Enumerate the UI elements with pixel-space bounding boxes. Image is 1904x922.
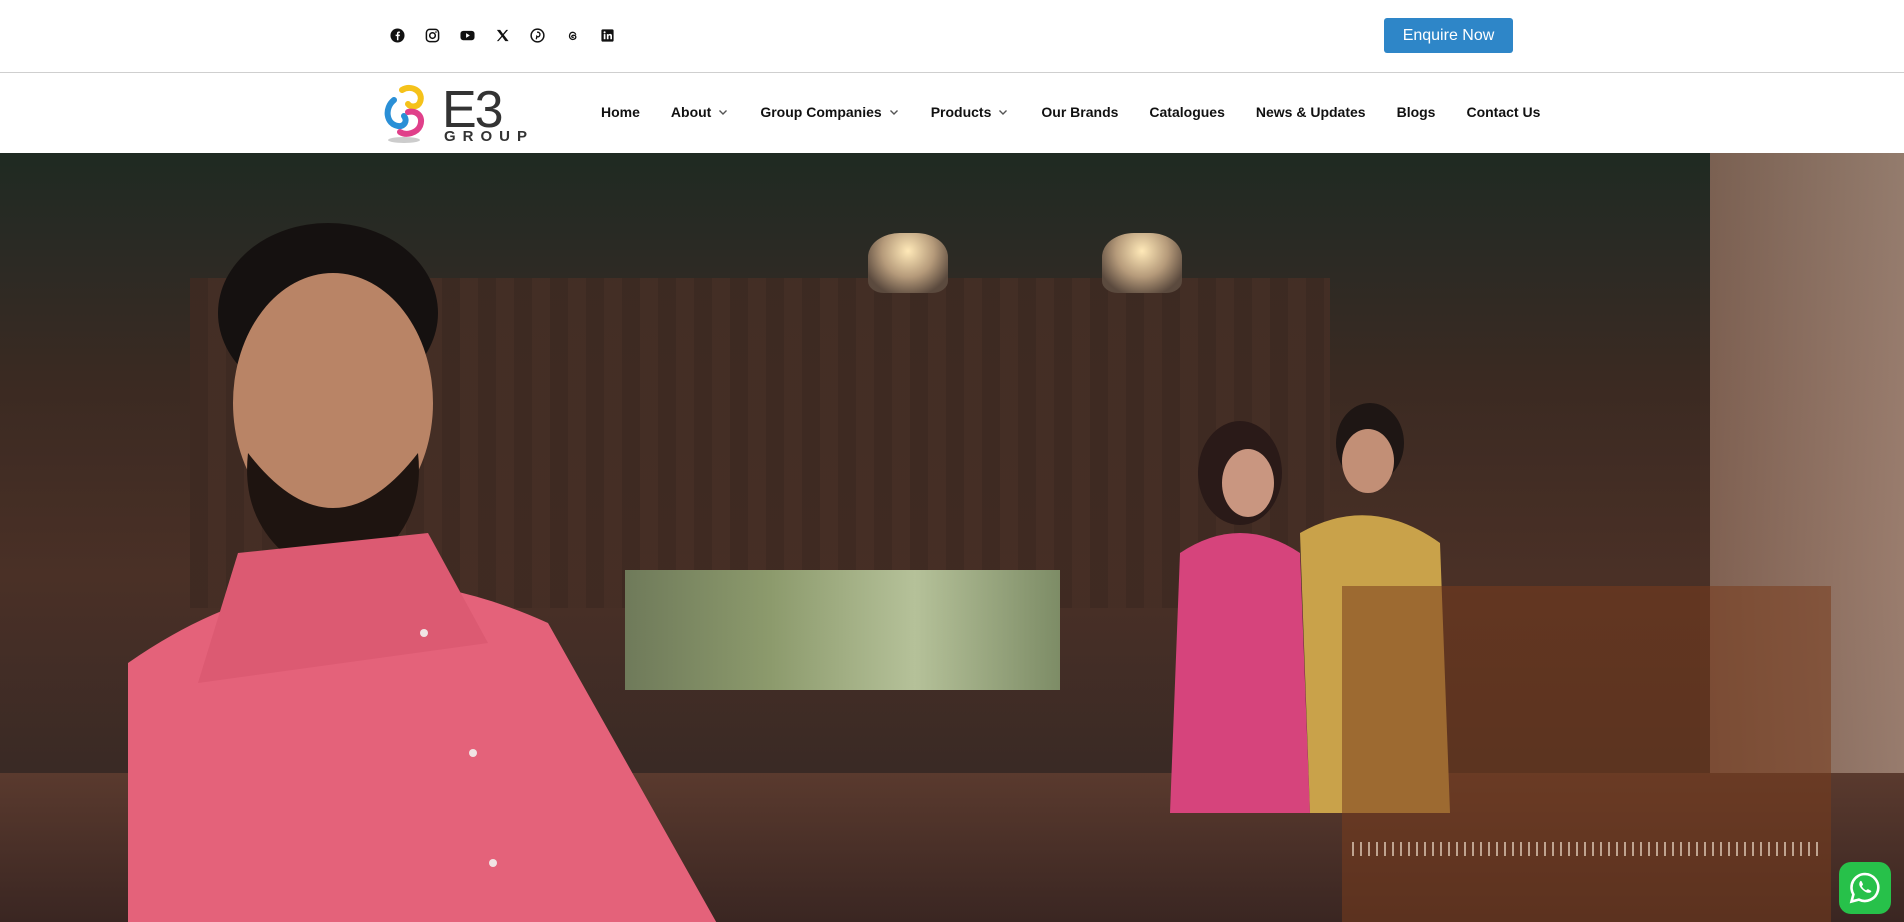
nav-item-contact-us[interactable]: Contact Us [1466, 104, 1540, 120]
whatsapp-chat-button[interactable] [1839, 862, 1891, 914]
pinterest-icon[interactable] [528, 26, 546, 44]
facebook-icon[interactable] [388, 26, 406, 44]
threads-icon[interactable] [563, 26, 581, 44]
youtube-icon[interactable] [458, 26, 476, 44]
social-links [388, 26, 616, 44]
hero-overlay-panel [1342, 586, 1831, 922]
main-navbar: E3 GROUP Home About Group Companies Prod… [0, 74, 1904, 153]
nav-item-home[interactable]: Home [601, 104, 640, 120]
pendant-lamp [868, 233, 948, 293]
top-bar: Enquire Now [0, 0, 1904, 73]
main-menu: Home About Group Companies Products Our … [601, 104, 1540, 120]
nav-item-news-updates[interactable]: News & Updates [1256, 104, 1366, 120]
hero-banner-image [0, 153, 1904, 922]
chevron-down-icon [719, 110, 728, 115]
nav-item-group-companies[interactable]: Group Companies [760, 104, 898, 120]
instagram-icon[interactable] [423, 26, 441, 44]
logo-mark-icon [384, 84, 424, 143]
chevron-down-icon [999, 110, 1008, 115]
linkedin-icon[interactable] [598, 26, 616, 44]
pendant-lamp [1102, 233, 1182, 293]
overlay-decoration [1352, 842, 1822, 856]
whatsapp-icon [1849, 872, 1880, 904]
enquire-now-button[interactable]: Enquire Now [1384, 18, 1513, 53]
logo-sub-text: GROUP [444, 128, 535, 145]
nav-item-our-brands[interactable]: Our Brands [1041, 104, 1118, 120]
chevron-down-icon [889, 110, 898, 115]
nav-item-products[interactable]: Products [931, 104, 1009, 120]
nav-item-about[interactable]: About [671, 104, 728, 120]
e3-group-logo[interactable]: E3 GROUP [380, 82, 527, 146]
nav-item-catalogues[interactable]: Catalogues [1149, 104, 1224, 120]
nav-item-blogs[interactable]: Blogs [1397, 104, 1436, 120]
man-in-pink-shirt-figure [128, 223, 717, 922]
x-twitter-icon[interactable] [493, 26, 511, 44]
